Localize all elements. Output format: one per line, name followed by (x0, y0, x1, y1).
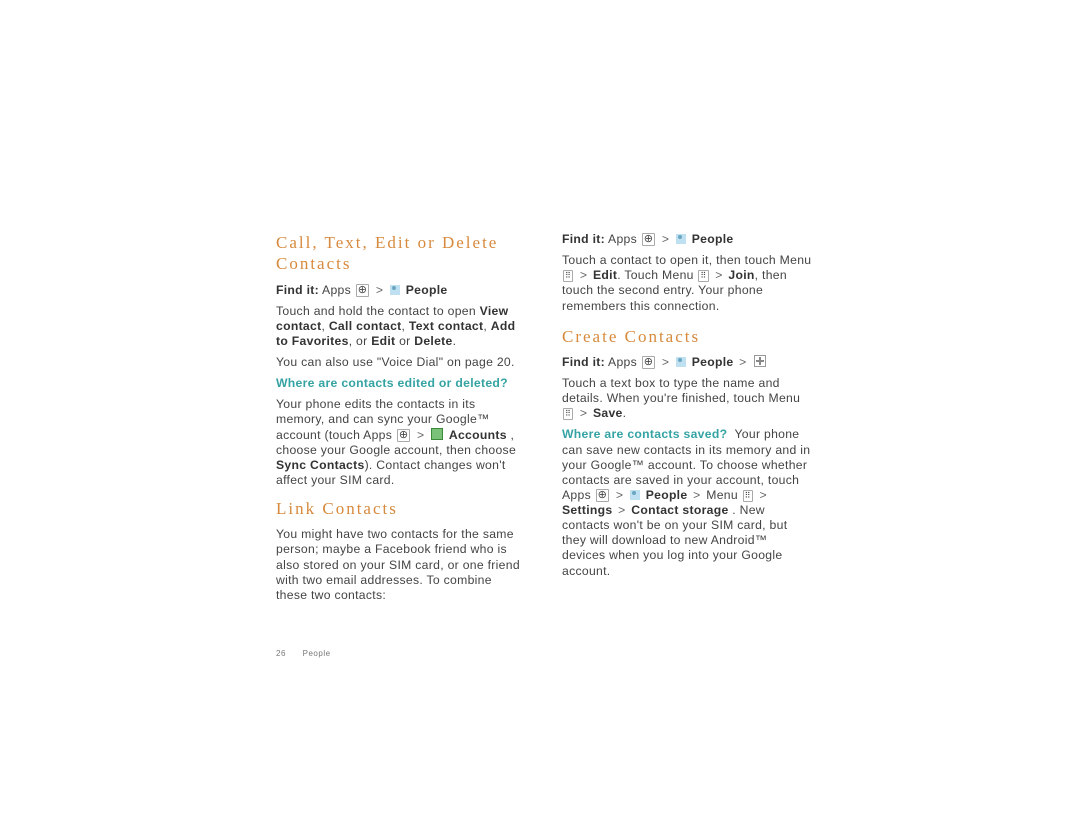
p-type-name-save: Touch a text box to type the name and de… (562, 376, 812, 421)
save: Save (593, 406, 623, 420)
q-where-edited: Where are contacts edited or deleted? (276, 376, 526, 391)
apps-icon (356, 284, 370, 297)
heading-link-contacts: Link Contacts (276, 498, 526, 519)
text: Touch and hold the contact to open (276, 304, 480, 318)
apps-icon (596, 489, 610, 502)
text: . (453, 334, 457, 348)
chevron-right-icon: > (759, 488, 766, 502)
question-text: Where are contacts edited or deleted? (276, 376, 508, 390)
apps-text: Apps (608, 355, 637, 369)
page-footer: 26 People (276, 649, 331, 658)
apps-icon (642, 233, 656, 246)
text-contact: Text contact (409, 319, 483, 333)
chevron-right-icon: > (693, 488, 700, 502)
right-column: Find it: Apps > People Touch a contact t… (562, 232, 812, 834)
chevron-right-icon: > (662, 355, 669, 369)
apps-icon (642, 356, 656, 369)
text: , (402, 319, 409, 333)
text: , or (349, 334, 372, 348)
delete: Delete (414, 334, 452, 348)
people-text: People (406, 283, 448, 297)
menu-icon (563, 270, 573, 282)
p-link-intro: You might have two contacts for the same… (276, 527, 526, 603)
text: . (623, 406, 627, 420)
contact-storage: Contact storage (631, 503, 728, 517)
find-it-label: Find it: (276, 283, 319, 297)
page-number: 26 (276, 649, 286, 658)
edit: Edit (371, 334, 395, 348)
heading-call-text-edit-delete: Call, Text, Edit or Delete Contacts (276, 232, 526, 275)
settings: Settings (562, 503, 612, 517)
join: Join (728, 268, 754, 282)
people-icon (630, 490, 640, 500)
apps-text: Apps (608, 232, 637, 246)
people-text: People (692, 355, 734, 369)
menu-icon (698, 270, 708, 282)
left-column: Call, Text, Edit or Delete Contacts Find… (276, 232, 526, 834)
sync-contacts: Sync Contacts (276, 458, 365, 472)
apps-icon (397, 429, 411, 442)
p-where-saved: Where are contacts saved? Your phone can… (562, 427, 812, 578)
people-text: People (646, 488, 688, 502)
accounts-text: Accounts (449, 428, 507, 442)
chevron-right-icon: > (715, 268, 722, 282)
people-icon (390, 285, 400, 295)
text: Touch a text box to type the name and de… (562, 376, 800, 405)
chevron-right-icon: > (580, 406, 587, 420)
text: or (395, 334, 414, 348)
apps-text: Apps (322, 283, 351, 297)
chevron-right-icon: > (662, 232, 669, 246)
chevron-right-icon: > (618, 503, 625, 517)
p-voice-dial: You can also use "Voice Dial" on page 20… (276, 355, 526, 370)
manual-page: Call, Text, Edit or Delete Contacts Find… (0, 0, 1080, 834)
find-it-label: Find it: (562, 232, 605, 246)
heading-create-contacts: Create Contacts (562, 326, 812, 347)
text: . Touch Menu (617, 268, 694, 282)
people-icon (676, 357, 686, 367)
chevron-right-icon: > (376, 283, 383, 297)
accounts-icon (431, 428, 443, 440)
p-touch-hold: Touch and hold the contact to open View … (276, 304, 526, 349)
text: , (483, 319, 490, 333)
p-touch-open-edit-join: Touch a contact to open it, then touch M… (562, 253, 812, 314)
menu-icon (563, 408, 573, 420)
edit: Edit (593, 268, 617, 282)
find-it-label: Find it: (562, 355, 605, 369)
find-it-line-3: Find it: Apps > People > (562, 355, 812, 370)
find-it-line-2: Find it: Apps > People (562, 232, 812, 247)
chevron-right-icon: > (616, 488, 623, 502)
text: Touch a contact to open it, then touch M… (562, 253, 811, 267)
chevron-right-icon: > (580, 268, 587, 282)
text: , (321, 319, 328, 333)
chevron-right-icon: > (417, 428, 424, 442)
question-text: Where are contacts saved? (562, 427, 727, 441)
call-contact: Call contact (329, 319, 402, 333)
people-icon (676, 234, 686, 244)
menu-icon (743, 490, 753, 502)
add-plus-icon (754, 355, 766, 367)
chevron-right-icon: > (739, 355, 746, 369)
find-it-line-1: Find it: Apps > People (276, 283, 526, 298)
footer-section: People (303, 649, 331, 658)
people-text: People (692, 232, 734, 246)
menu-text: Menu (706, 488, 738, 502)
p-sync-google: Your phone edits the contacts in its mem… (276, 397, 526, 488)
